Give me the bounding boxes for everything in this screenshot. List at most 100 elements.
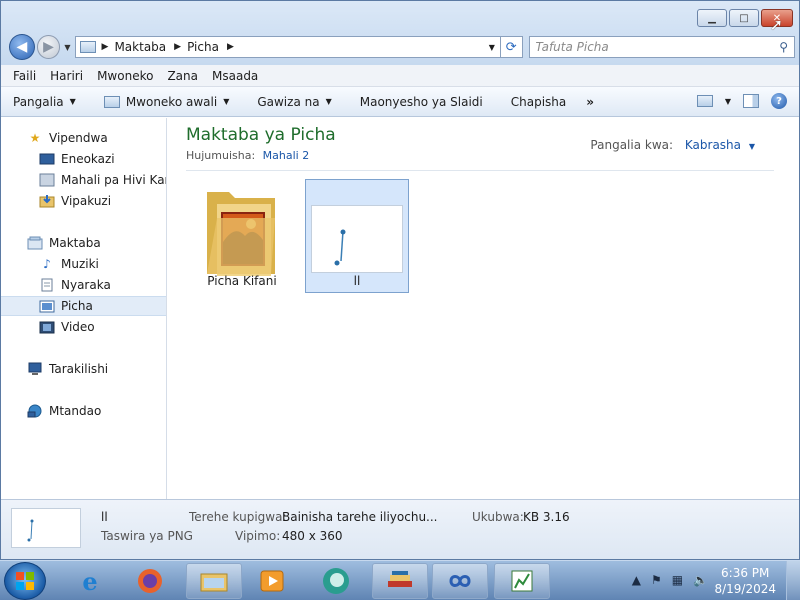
documents-icon	[39, 278, 55, 292]
recent-pages-dropdown[interactable]: ▼	[64, 43, 70, 52]
clock-date: 8/19/2024	[714, 582, 776, 596]
media-player-icon[interactable]	[244, 563, 300, 599]
recent-places-icon	[39, 173, 55, 187]
breadcrumb-picha[interactable]: Picha	[187, 40, 219, 54]
slideshow-label: Maonyesho ya Slaidi	[359, 94, 483, 109]
clock-time: 6:36 PM	[721, 566, 770, 580]
chevron-down-icon: ▼	[69, 97, 76, 106]
arrange-by: Pangalia kwa: Kabrasha ▼	[590, 138, 755, 152]
chevron-down-icon[interactable]: ▼	[749, 142, 755, 151]
sidebar-item-label: Mahali pa Hivi Karibuni	[61, 173, 166, 187]
network-status-icon[interactable]: ▦	[672, 573, 683, 587]
navigation-row: ◀ ▶ ▼ ▶ Maktaba ▶ Picha ▶ ▼ ⟳ Tafuta Pic…	[9, 33, 795, 61]
sidebar-item-libraries[interactable]: Maktaba	[1, 233, 166, 253]
page-title: Maktaba ya Picha	[186, 125, 336, 145]
image-thumbnail-icon	[27, 519, 34, 542]
includes-locations-link[interactable]: Mahali 2	[263, 149, 310, 162]
includes-label: Hujumuisha:	[186, 149, 256, 162]
menu-help[interactable]: Msaada	[212, 69, 258, 83]
organize-button[interactable]: Pangalia ▼	[13, 95, 76, 109]
start-button[interactable]	[4, 562, 46, 600]
sidebar-item-network[interactable]: Mtandao	[1, 401, 166, 421]
preview-pane-icon[interactable]	[743, 94, 759, 108]
breadcrumb-maktaba[interactable]: Maktaba	[114, 40, 166, 54]
sidebar-item-desktop[interactable]: Eneokazi	[1, 149, 166, 169]
share-label: Gawiza na	[257, 94, 320, 109]
volume-icon[interactable]: 🔈	[693, 573, 708, 587]
sidebar-item-label: Eneokazi	[61, 152, 115, 166]
maximize-button[interactable]: □	[729, 9, 759, 27]
arrange-by-dropdown[interactable]: Kabrasha	[685, 138, 741, 152]
file-tile-folder[interactable]: Picha Kifani	[190, 179, 294, 293]
menu-bar: Faili Hariri Mwoneko Zana Msaada	[1, 65, 799, 87]
search-placeholder: Tafuta Picha	[535, 40, 609, 54]
breadcrumb-arrow-icon[interactable]: ▶	[102, 42, 109, 52]
sidebar-item-downloads[interactable]: Vipakuzi	[1, 191, 166, 211]
forward-button[interactable]: ▶	[36, 35, 61, 59]
view-controls: ▼ ?	[696, 93, 787, 109]
search-icon[interactable]: ⚲	[779, 40, 788, 54]
sidebar-item-music[interactable]: ♪ Muziki	[1, 254, 166, 274]
command-bar: Pangalia ▼ Mwoneko awali ▼ Gawiza na ▼ M…	[1, 87, 799, 117]
organize-label: Pangalia	[13, 94, 64, 109]
sidebar-item-recent-places[interactable]: Mahali pa Hivi Karibuni	[1, 170, 166, 190]
library-icon	[27, 236, 43, 250]
star-icon: ★	[29, 131, 41, 145]
mouse-cursor-icon: ➚	[769, 15, 783, 34]
app-icon[interactable]	[308, 563, 364, 599]
explorer-icon[interactable]	[186, 563, 242, 599]
firefox-icon[interactable]	[122, 563, 178, 599]
share-button[interactable]: Gawiza na ▼	[257, 95, 331, 109]
library-folder-icon	[79, 41, 96, 53]
sidebar-item-label: Muziki	[61, 257, 99, 271]
address-dropdown-icon[interactable]: ▼	[484, 43, 500, 52]
flag-icon[interactable]: ⚑	[651, 573, 662, 587]
more-commands-button[interactable]: »	[586, 95, 594, 109]
folder-icon	[207, 192, 275, 276]
infinity-icon[interactable]	[432, 563, 488, 599]
sidebar-item-pictures[interactable]: Picha	[1, 296, 166, 316]
windows-logo-icon	[16, 572, 34, 590]
chevron-down-icon[interactable]: ▼	[725, 97, 731, 106]
menu-view[interactable]: Mwoneko	[97, 69, 153, 83]
size-value: KB 3.16	[523, 510, 570, 524]
sidebar-item-documents[interactable]: Nyaraka	[1, 275, 166, 295]
menu-tools[interactable]: Zana	[167, 69, 198, 83]
file-tile-image[interactable]: ll	[305, 179, 409, 293]
date-taken-value[interactable]: Bainisha tarehe iliyochu...	[282, 510, 438, 524]
address-bar[interactable]: ▶ Maktaba ▶ Picha ▶ ▼	[74, 36, 501, 58]
sidebar-item-label: Vipendwa	[49, 131, 108, 145]
menu-edit[interactable]: Hariri	[50, 69, 83, 83]
details-file-name: ll	[101, 510, 108, 524]
video-icon	[39, 320, 55, 334]
burn-button[interactable]: Chapisha	[511, 95, 567, 109]
preview-button[interactable]: Mwoneko awali ▼	[103, 95, 230, 109]
image-thumbnail-icon	[311, 205, 403, 273]
chevron-down-icon: ▼	[223, 97, 230, 106]
network-icon	[27, 404, 43, 418]
change-view-icon[interactable]	[696, 95, 713, 107]
breadcrumb-arrow-icon[interactable]: ▶	[227, 42, 234, 52]
show-hidden-icons-icon[interactable]: ▲	[632, 573, 641, 587]
search-input[interactable]: Tafuta Picha ⚲	[528, 36, 795, 58]
menu-file[interactable]: Faili	[13, 69, 36, 83]
sidebar-item-label: Video	[61, 320, 95, 334]
taskbar: e ▲ ⚑ ▦ 🔈 6:36 PM 8/19/2024	[0, 560, 800, 600]
sidebar-item-favorites[interactable]: ★ Vipendwa	[1, 128, 166, 148]
back-button[interactable]: ◀	[9, 34, 35, 60]
library-includes: Hujumuisha: Mahali 2	[186, 149, 309, 162]
sidebar-item-computer[interactable]: Tarakilishi	[1, 359, 166, 379]
slideshow-button[interactable]: Maonyesho ya Slaidi	[360, 95, 483, 109]
refresh-button[interactable]: ⟳	[500, 36, 523, 58]
chart-app-icon[interactable]	[494, 563, 550, 599]
breadcrumb-arrow-icon[interactable]: ▶	[174, 42, 181, 52]
sidebar-item-label: Nyaraka	[61, 278, 111, 292]
help-icon[interactable]: ?	[771, 93, 787, 109]
show-desktop-button[interactable]	[786, 561, 800, 600]
clock[interactable]: 6:36 PM 8/19/2024	[714, 565, 776, 597]
books-icon[interactable]	[372, 563, 428, 599]
minimize-button[interactable]: ▁	[697, 9, 727, 27]
internet-explorer-icon[interactable]: e	[62, 563, 118, 599]
sidebar-item-video[interactable]: Video	[1, 317, 166, 337]
size-label: Ukubwa:	[472, 510, 524, 524]
